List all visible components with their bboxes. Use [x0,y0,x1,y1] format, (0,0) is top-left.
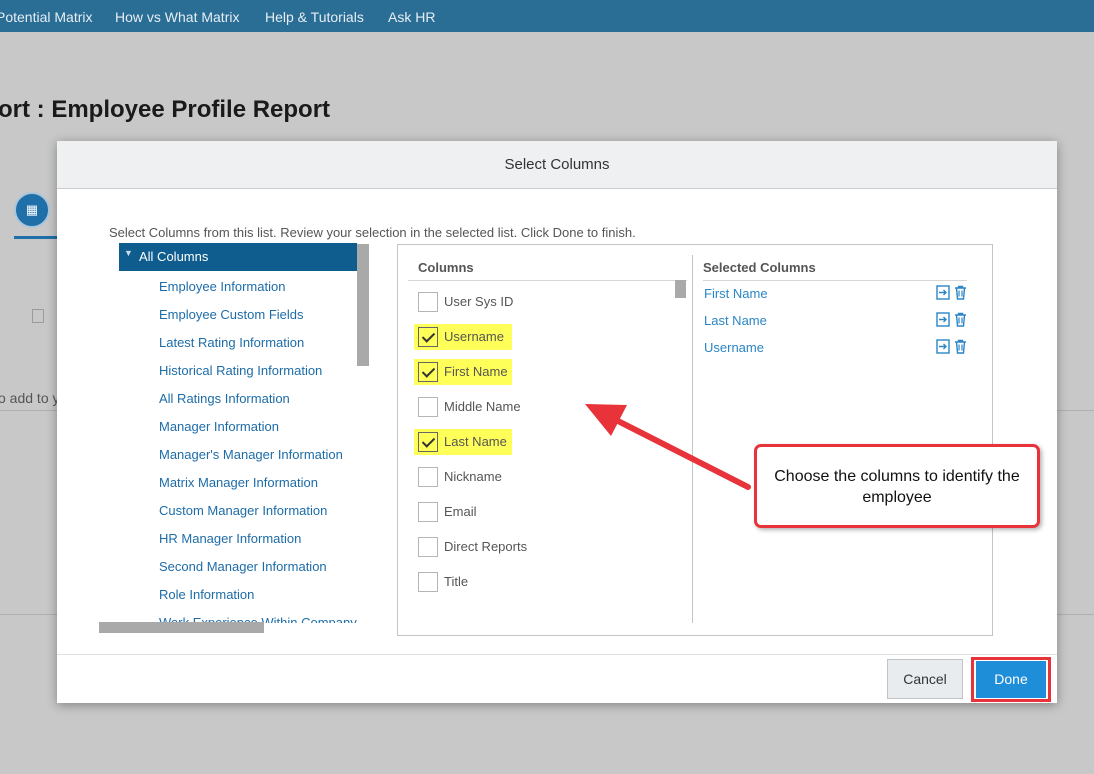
nav-ask-hr[interactable]: Ask HR [388,9,435,25]
category-list: ▼ All Columns Employee Information Emplo… [119,243,369,623]
checkbox[interactable] [418,572,438,592]
nav-potential-matrix[interactable]: Potential Matrix [0,9,92,25]
nav-help-tutorials[interactable]: Help & Tutorials [265,9,364,25]
category-item[interactable]: Manager Information [159,419,279,434]
dialog-instructions: Select Columns from this list. Review yo… [109,225,636,240]
selected-columns-header: Selected Columns [703,260,816,275]
panel-divider [692,255,693,623]
checkbox[interactable] [418,397,438,417]
move-icon[interactable] [936,285,951,300]
done-button[interactable]: Done [976,661,1046,698]
table-icon[interactable]: ▦ [14,192,50,228]
column-label: Direct Reports [444,539,528,554]
nav-how-vs-what-matrix[interactable]: How vs What Matrix [115,9,239,25]
cancel-button[interactable]: Cancel [887,659,963,699]
checkbox-checked[interactable] [418,362,438,382]
trash-icon[interactable] [954,339,967,354]
checkbox[interactable] [418,467,438,487]
column-label: First Name [444,364,508,379]
selected-column-label: Last Name [704,313,767,328]
checkbox[interactable] [418,502,438,522]
column-label: Nickname [444,469,502,484]
category-item[interactable]: HR Manager Information [159,531,301,546]
dialog-footer-divider [57,654,1057,655]
divider [703,280,967,281]
checkbox-checked[interactable] [418,432,438,452]
columns-scrollbar[interactable] [675,280,686,298]
category-label: All Columns [139,249,209,264]
trash-icon[interactable] [954,285,967,300]
category-all-columns[interactable]: ▼ All Columns [119,243,357,271]
selected-column-label: First Name [704,286,768,301]
selected-column-label: Username [704,340,764,355]
category-item[interactable]: Historical Rating Information [159,363,322,378]
category-item[interactable]: Second Manager Information [159,559,327,574]
category-vertical-scrollbar[interactable] [357,244,369,366]
columns-header: Columns [418,260,474,275]
selected-column-item: First Name [704,283,968,305]
category-item[interactable]: Manager's Manager Information [159,447,343,462]
category-item[interactable]: Custom Manager Information [159,503,327,518]
selected-column-item: Last Name [704,310,968,332]
select-columns-dialog: Select Columns Select Columns from this … [57,141,1057,703]
column-label: Middle Name [444,399,521,414]
top-navigation: Potential Matrix How vs What Matrix Help… [0,0,1094,32]
category-item[interactable]: All Ratings Information [159,391,290,406]
column-label: Last Name [444,434,507,449]
divider [408,280,687,281]
expand-triangle-icon: ▼ [124,248,133,258]
category-item[interactable]: Role Information [159,587,254,602]
move-icon[interactable] [936,339,951,354]
document-icon [32,309,44,323]
category-item[interactable]: Employee Information [159,279,285,294]
checkbox[interactable] [418,537,438,557]
annotation-callout: Choose the columns to identify the emplo… [754,444,1040,528]
selected-column-item: Username [704,337,968,359]
column-label: Title [444,574,469,589]
column-label: User Sys ID [444,294,514,309]
trash-icon[interactable] [954,312,967,327]
columns-panel: Columns Selected Columns User Sys ID Use… [397,244,993,636]
page-title: ort : Employee Profile Report [0,96,331,123]
move-icon[interactable] [936,312,951,327]
category-horizontal-scrollbar[interactable] [99,622,264,633]
background-hint-text: o add to y [0,390,60,406]
category-item[interactable]: Employee Custom Fields [159,307,304,322]
dialog-title: Select Columns [57,141,1057,189]
category-item[interactable]: Latest Rating Information [159,335,304,350]
category-item[interactable]: Matrix Manager Information [159,475,318,490]
column-label: Username [444,329,504,344]
column-label: Email [444,504,477,519]
checkbox-checked[interactable] [418,327,438,347]
checkbox[interactable] [418,292,438,312]
active-tab-indicator [14,236,58,239]
